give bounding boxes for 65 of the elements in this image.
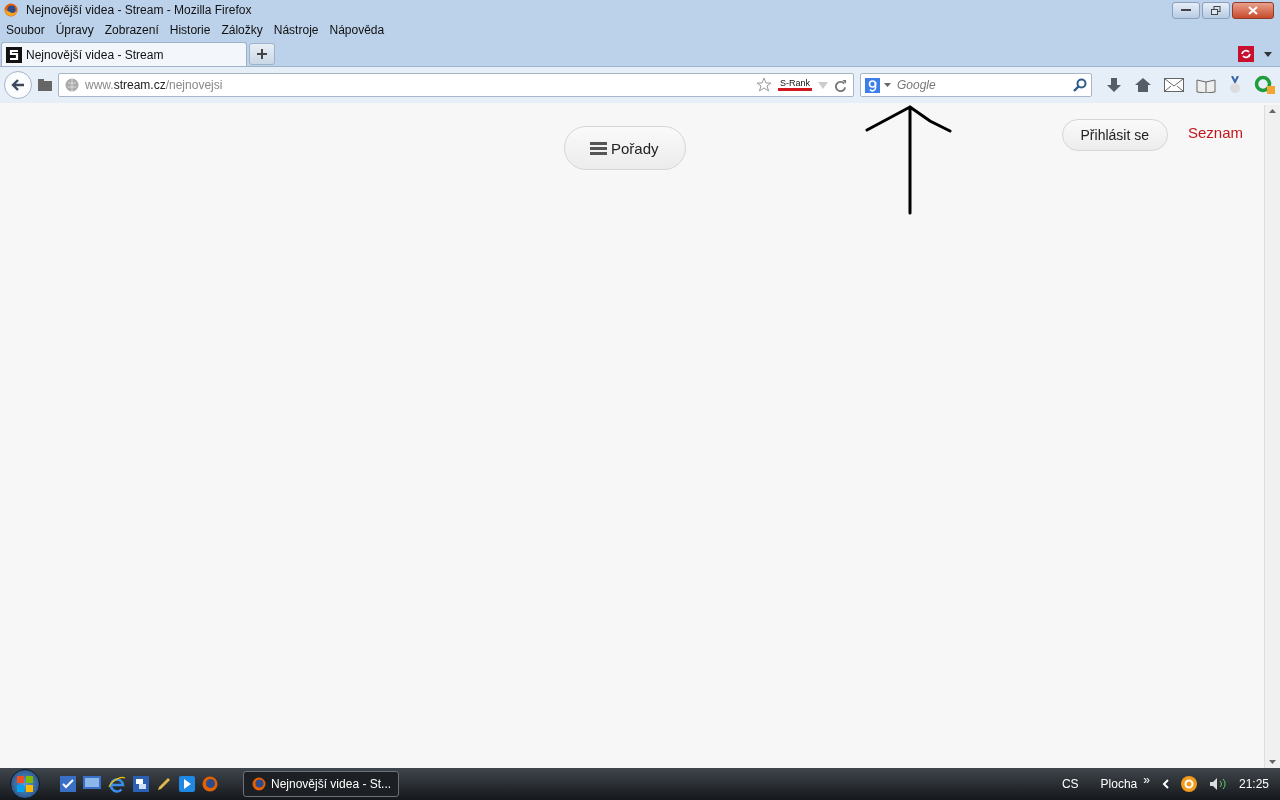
firefox-icon[interactable] xyxy=(202,776,218,792)
download-icon[interactable] xyxy=(1106,77,1122,93)
back-button[interactable] xyxy=(4,71,32,99)
play-icon[interactable] xyxy=(179,776,195,792)
windows-icon[interactable] xyxy=(133,776,149,792)
dropdown-icon[interactable] xyxy=(884,83,891,87)
google-icon[interactable] xyxy=(865,77,880,93)
home-icon[interactable] xyxy=(1134,77,1152,93)
search-bar[interactable]: Google xyxy=(860,73,1092,97)
restore-button[interactable] xyxy=(1202,1,1230,19)
srank-badge[interactable]: S-Rank xyxy=(778,79,812,91)
checkbox-icon[interactable] xyxy=(60,776,76,792)
start-button[interactable] xyxy=(10,769,40,799)
menu-item[interactable]: Nástroje xyxy=(273,23,319,37)
clock[interactable]: 21:25 xyxy=(1238,777,1269,791)
firefox-icon xyxy=(252,777,266,791)
menu-item[interactable]: Nápověda xyxy=(329,23,385,37)
desktop-toolbar-label[interactable]: Plocha xyxy=(1100,777,1138,791)
menu-item[interactable]: Úpravy xyxy=(55,23,94,37)
monitor-icon[interactable] xyxy=(83,776,101,792)
language-indicator[interactable]: CS xyxy=(1061,777,1079,791)
search-field[interactable]: Google xyxy=(895,77,1069,93)
menu-item[interactable]: Soubor xyxy=(6,23,45,37)
menu-item[interactable]: Historie xyxy=(169,23,211,37)
close-icon xyxy=(1248,5,1258,15)
address-field[interactable]: www.stream.cz/nejnovejsi S-Rank xyxy=(58,73,854,97)
speaker-icon[interactable] xyxy=(1208,777,1227,791)
ring-tray-icon[interactable] xyxy=(1180,776,1197,792)
shows-menu-button[interactable]: Pořady xyxy=(564,126,686,170)
minimize-icon xyxy=(1181,8,1191,12)
restore-icon xyxy=(1211,5,1221,15)
addon-icon[interactable] xyxy=(1238,46,1254,62)
menu-item[interactable]: Zobrazení xyxy=(104,23,159,37)
globe-icon xyxy=(65,78,79,92)
scroll-up-icon[interactable] xyxy=(1269,109,1276,113)
new-tab-button[interactable] xyxy=(249,43,275,65)
taskbar-window-button[interactable]: Nejnovější videa - St... xyxy=(243,771,399,797)
pencil-icon[interactable] xyxy=(156,776,172,792)
search-icon[interactable] xyxy=(1073,78,1087,92)
menu-icon xyxy=(590,141,607,155)
minimize-button[interactable] xyxy=(1172,1,1200,19)
scroll-down-icon[interactable] xyxy=(1269,760,1276,764)
chevron-left-icon[interactable] xyxy=(1161,779,1169,789)
login-button[interactable]: Přihlásit se xyxy=(1061,119,1168,151)
windows-logo-icon xyxy=(17,776,33,792)
scrollbar[interactable] xyxy=(1264,105,1280,768)
back-arrow-icon xyxy=(11,79,25,91)
star-icon[interactable] xyxy=(756,77,772,93)
reload-icon[interactable] xyxy=(834,78,847,92)
book-icon[interactable] xyxy=(1196,77,1216,93)
site-logo-icon xyxy=(6,46,22,63)
dropdown-icon[interactable] xyxy=(1264,51,1272,57)
browser-tab[interactable]: Nejnovější videa - Stream xyxy=(1,42,247,66)
ring-badge-icon[interactable] xyxy=(1254,75,1276,95)
browser-e-icon[interactable] xyxy=(108,775,126,793)
close-button[interactable] xyxy=(1232,1,1274,19)
medal-icon[interactable] xyxy=(1228,76,1242,94)
window-title: Nejnovější videa - Stream - Mozilla Firefox xyxy=(26,3,253,17)
brand-link[interactable]: Seznam xyxy=(1188,124,1244,141)
plus-icon xyxy=(256,48,268,60)
mail-icon[interactable] xyxy=(1164,78,1184,92)
folder-icon[interactable] xyxy=(38,79,52,91)
menu-item[interactable]: Záložky xyxy=(221,23,263,37)
toolbar-overflow-button[interactable]: » xyxy=(1143,773,1150,787)
firefox-icon xyxy=(4,3,18,17)
